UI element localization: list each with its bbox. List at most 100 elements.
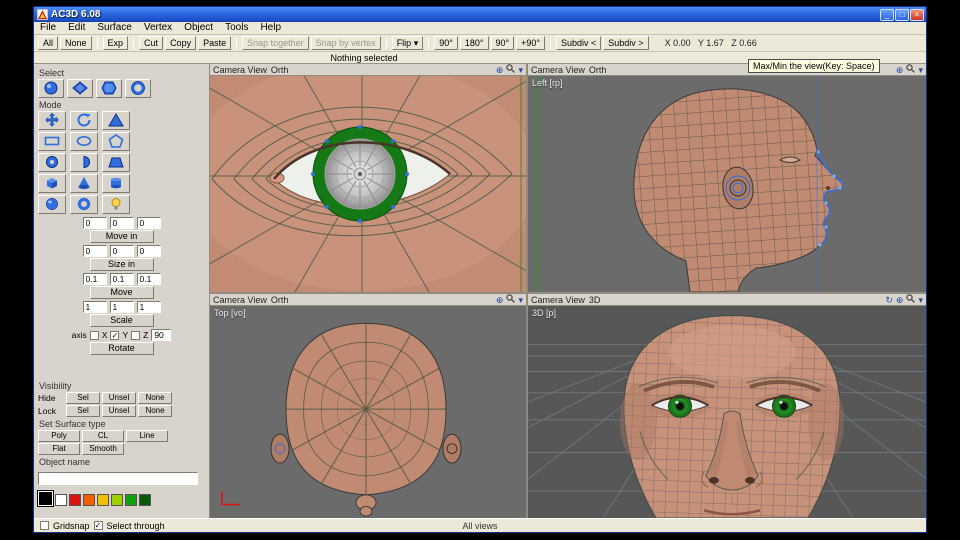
move-in-button[interactable]: Move in (89, 230, 154, 243)
rotate-180-button[interactable]: 180° (459, 36, 489, 50)
lock-sel-button[interactable]: Sel (66, 405, 100, 417)
view-menu-icon[interactable]: ▾ (518, 65, 523, 75)
edge-mode-button[interactable] (67, 79, 93, 98)
ellipse-tool-button[interactable] (70, 132, 98, 151)
light-tool-button[interactable] (102, 195, 130, 214)
size-in-button[interactable]: Size in (89, 258, 154, 271)
titlebar[interactable]: AC3D 6.08 _ □ × (34, 7, 926, 22)
rotate-tool-button[interactable] (70, 111, 98, 130)
surface-poly-button[interactable]: Poly (38, 430, 80, 442)
move-z-field[interactable] (136, 273, 161, 285)
snap-by-vertex-button[interactable]: Snap by vertex (310, 36, 381, 50)
move-x-field[interactable] (82, 273, 107, 285)
menu-edit[interactable]: Edit (62, 22, 91, 34)
pan-view-icon[interactable]: ⊕ (496, 65, 504, 75)
vertex-mode-button[interactable] (38, 79, 64, 98)
flip-button[interactable]: Flip ▾ (391, 36, 424, 50)
cone-tool-button[interactable] (70, 174, 98, 193)
copy-button[interactable]: Copy (165, 36, 197, 50)
lock-unsel-button[interactable]: Unsel (102, 405, 136, 417)
lock-none-button[interactable]: None (138, 405, 172, 417)
close-button[interactable]: × (910, 8, 924, 21)
zoom-view-icon[interactable] (906, 64, 916, 75)
move-y-field[interactable] (109, 273, 134, 285)
expand-button[interactable]: Exp (102, 36, 129, 50)
color-swatch[interactable] (69, 494, 81, 506)
scale-x-field[interactable] (82, 301, 107, 313)
paste-button[interactable]: Paste (198, 36, 232, 50)
rotate-plus90-button[interactable]: +90° (516, 36, 545, 50)
surface-line-button[interactable]: Line (126, 430, 168, 442)
current-color-swatch[interactable] (37, 490, 54, 507)
scale-z-field[interactable] (136, 301, 161, 313)
select-none-button[interactable]: None (60, 36, 92, 50)
hide-sel-button[interactable]: Sel (66, 392, 100, 404)
color-swatch[interactable] (125, 494, 137, 506)
surface-mode-button[interactable] (96, 79, 122, 98)
shading-smooth-button[interactable]: Smooth (82, 443, 124, 455)
scale-button[interactable]: Scale (89, 314, 154, 327)
hide-unsel-button[interactable]: Unsel (102, 392, 136, 404)
color-swatch[interactable] (139, 494, 151, 506)
viewport-2-mode[interactable]: Orth (589, 65, 607, 75)
menu-surface[interactable]: Surface (91, 22, 137, 34)
zoom-view-icon[interactable] (506, 294, 516, 305)
rectangle-tool-button[interactable] (38, 132, 66, 151)
trapezoid-tool-button[interactable] (102, 153, 130, 172)
snap-together-button[interactable]: Snap together (242, 36, 309, 50)
menu-file[interactable]: File (34, 22, 62, 34)
rotate-90ccw-button[interactable]: 90° (490, 36, 515, 50)
extrude-tool-button[interactable] (102, 111, 130, 130)
zoom-view-icon[interactable] (906, 294, 916, 305)
view-menu-icon[interactable]: ▾ (518, 295, 523, 305)
viewport-4-title[interactable]: Camera View (531, 295, 585, 305)
rotate-angle-field[interactable] (151, 329, 172, 341)
half-disk-tool-button[interactable] (70, 153, 98, 172)
color-swatch[interactable] (97, 494, 109, 506)
cube-tool-button[interactable] (38, 174, 66, 193)
pan-view-icon[interactable]: ⊕ (896, 295, 904, 305)
maximize-button[interactable]: □ (895, 8, 909, 21)
zoom-view-icon[interactable] (506, 64, 516, 75)
viewport-1-title[interactable]: Camera View (213, 65, 267, 75)
sphere-tool-button[interactable] (38, 195, 66, 214)
menu-vertex[interactable]: Vertex (138, 22, 178, 34)
shading-flat-button[interactable]: Flat (38, 443, 80, 455)
pan-view-icon[interactable]: ⊕ (496, 295, 504, 305)
viewport-3-canvas[interactable]: Top [vo] (210, 306, 526, 518)
surface-closedline-button[interactable]: CL (82, 430, 124, 442)
move-in-x-field[interactable] (82, 217, 107, 229)
menu-object[interactable]: Object (178, 22, 219, 34)
move-in-z-field[interactable] (136, 217, 161, 229)
scale-y-field[interactable] (109, 301, 134, 313)
object-name-input[interactable] (38, 471, 198, 485)
polygon-tool-button[interactable] (102, 132, 130, 151)
select-all-button[interactable]: All (38, 36, 59, 50)
hide-none-button[interactable]: None (138, 392, 172, 404)
menu-help[interactable]: Help (254, 22, 287, 34)
move-tool-button[interactable] (38, 111, 66, 130)
viewport-4-canvas[interactable]: 3D [p] (528, 306, 926, 518)
object-mode-button[interactable] (125, 79, 151, 98)
viewport-3-mode[interactable]: Orth (271, 295, 289, 305)
axis-y-checkbox[interactable]: ✓ (110, 330, 120, 340)
torus-tool-button[interactable] (70, 195, 98, 214)
size-in-x-field[interactable] (82, 245, 107, 257)
pan-view-icon[interactable]: ⊕ (896, 65, 904, 75)
move-in-y-field[interactable] (109, 217, 134, 229)
rotate-button[interactable]: Rotate (89, 342, 154, 355)
orbit-view-icon[interactable]: ↻ (885, 295, 893, 305)
size-in-z-field[interactable] (136, 245, 161, 257)
viewport-3-title[interactable]: Camera View (213, 295, 267, 305)
rotate-90cw-button[interactable]: 90° (434, 36, 458, 50)
color-swatch[interactable] (111, 494, 123, 506)
axis-z-checkbox[interactable] (131, 330, 141, 340)
subdiv-down-button[interactable]: Subdiv < (556, 36, 602, 50)
viewport-2-canvas[interactable]: Left [rp] (528, 76, 926, 292)
cut-button[interactable]: Cut (139, 36, 164, 50)
view-menu-icon[interactable]: ▾ (918, 295, 923, 305)
viewport-2-title[interactable]: Camera View (531, 65, 585, 75)
color-swatch[interactable] (55, 494, 67, 506)
size-in-y-field[interactable] (109, 245, 134, 257)
move-button[interactable]: Move (89, 286, 154, 299)
